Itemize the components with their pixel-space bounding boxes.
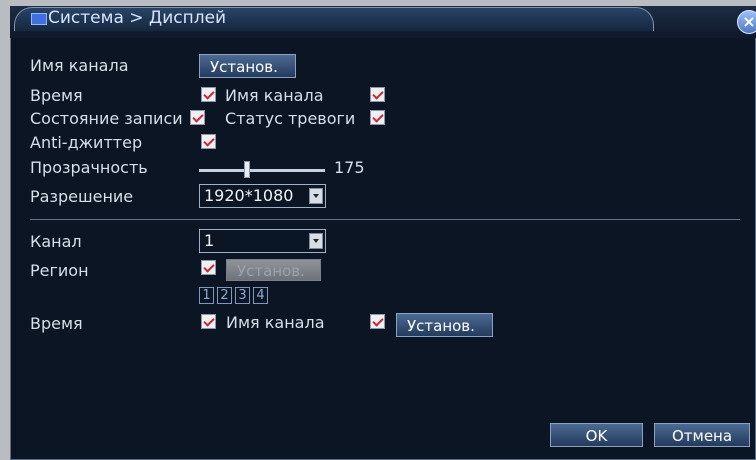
transparency-slider-track[interactable]	[199, 169, 325, 172]
channel-label: Канал	[30, 232, 82, 251]
channel-name-label: Имя канала	[30, 56, 129, 75]
channel-select[interactable]: 1	[199, 229, 326, 253]
channel-value: 1	[204, 231, 215, 250]
region-1-box[interactable]: 1	[199, 287, 214, 304]
region-4-box[interactable]: 4	[253, 287, 268, 304]
resolution-value: 1920*1080	[204, 186, 294, 205]
transparency-label: Прозрачность	[30, 158, 148, 177]
channel-time-label: Время	[30, 314, 83, 333]
alarm-status-label: Статус тревоги	[225, 109, 356, 128]
region-3-box[interactable]: 3	[235, 287, 250, 304]
chevron-down-icon[interactable]	[309, 188, 323, 204]
cancel-button[interactable]: Отмена	[654, 423, 750, 447]
window-icon	[31, 13, 47, 25]
region-checkbox[interactable]	[201, 260, 216, 275]
close-icon[interactable]: ×	[737, 10, 756, 34]
anti-jitter-label: Anti-джиттер	[30, 133, 143, 152]
time-label: Время	[30, 86, 83, 105]
resolution-select[interactable]: 1920*1080	[199, 184, 326, 208]
window-title: Система > Дисплей	[48, 8, 227, 28]
resolution-label: Разрешение	[30, 187, 134, 206]
channel-name-check-label: Имя канала	[225, 86, 324, 105]
anti-jitter-checkbox[interactable]	[201, 134, 216, 149]
display-settings-window	[10, 8, 756, 460]
channel-name-overlay-set-button[interactable]: Установ.	[396, 313, 493, 337]
alarm-status-checkbox[interactable]	[370, 110, 385, 125]
time-checkbox[interactable]	[201, 87, 216, 102]
chevron-down-icon[interactable]	[309, 233, 323, 249]
channel-time-checkbox[interactable]	[201, 314, 216, 329]
channel-name-overlay-checkbox[interactable]	[370, 314, 385, 329]
section-divider	[30, 219, 740, 220]
channel-name-checkbox[interactable]	[370, 87, 385, 102]
ok-button[interactable]: OK	[550, 423, 643, 447]
region-set-button[interactable]: Установ.	[226, 259, 321, 281]
transparency-slider-handle[interactable]	[244, 161, 250, 178]
region-2-box[interactable]: 2	[217, 287, 232, 304]
record-status-checkbox[interactable]	[190, 110, 205, 125]
channel-name-set-button[interactable]: Установ.	[199, 54, 296, 78]
record-status-label: Состояние записи	[30, 109, 183, 128]
region-label: Регион	[30, 261, 89, 280]
transparency-value: 175	[334, 158, 365, 177]
channel-name-overlay-label: Имя канала	[226, 313, 325, 332]
